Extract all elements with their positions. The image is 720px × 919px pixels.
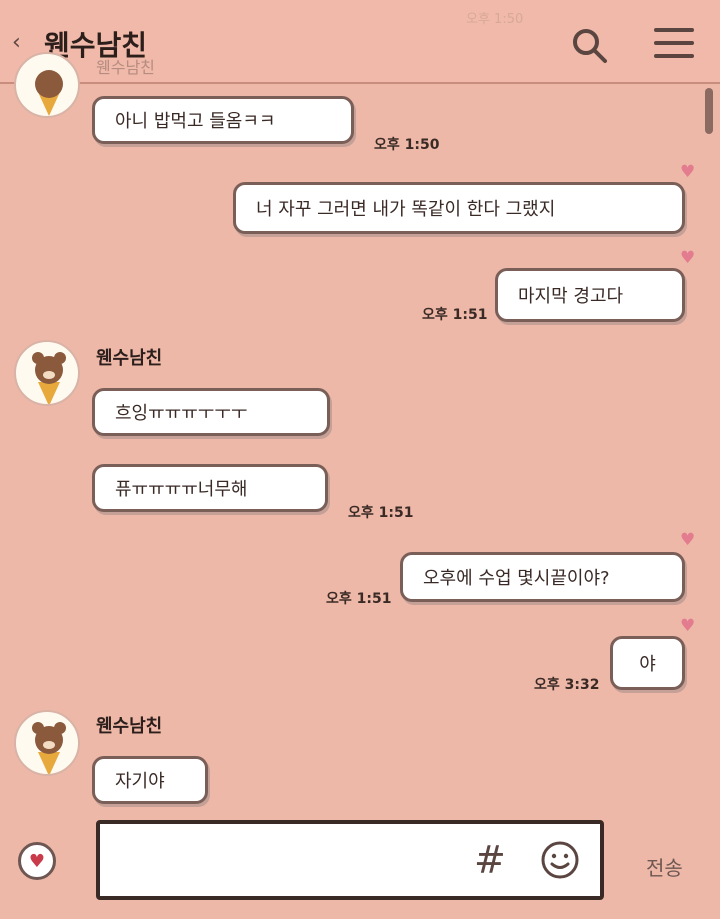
heart-icon: ♥ xyxy=(680,616,696,636)
send-button[interactable]: 전송 xyxy=(646,852,683,881)
message-text: 흐잉ㅠㅠㅠㅜㅜㅜ xyxy=(115,403,248,424)
message-bubble-outgoing[interactable]: 마지막 경고다 xyxy=(495,268,685,322)
message-bubble-outgoing[interactable]: 너 자꾸 그러면 내가 똑같이 한다 그랬지 xyxy=(233,182,685,234)
message-text: 퓨ㅠㅠㅠㅠ너무해 xyxy=(115,479,248,500)
message-time: 오후 1:51 xyxy=(326,591,392,607)
sender-name: 웬수남친 xyxy=(96,716,163,737)
message-text: 너 자꾸 그러면 내가 똑같이 한다 그랬지 xyxy=(256,199,556,220)
scrollbar[interactable] xyxy=(705,88,713,134)
message-time: 오후 1:50 xyxy=(374,137,440,153)
message-input[interactable] xyxy=(96,820,604,900)
faded-previous-sender: 웬수남친 xyxy=(96,58,155,77)
hashtag-button[interactable]: # xyxy=(474,838,506,882)
chevron-left-icon[interactable]: ‹ xyxy=(12,30,21,55)
search-icon[interactable] xyxy=(570,26,608,64)
message-text: 마지막 경고다 xyxy=(518,286,624,307)
message-time: 오후 1:51 xyxy=(348,505,414,521)
heart-icon: ♥ xyxy=(680,248,696,268)
message-text: 야 xyxy=(639,654,656,675)
message-bubble-outgoing[interactable]: 오후에 수업 몇시끝이야? xyxy=(400,552,685,602)
bear-ice-cream-icon xyxy=(32,352,66,404)
bear-ice-cream-icon xyxy=(35,70,63,116)
message-bubble-incoming[interactable]: 퓨ㅠㅠㅠㅠ너무해 xyxy=(92,464,328,512)
avatar[interactable] xyxy=(14,710,80,776)
message-text: 아니 밥먹고 들옴ㅋㅋ xyxy=(115,111,276,132)
message-time: 오후 3:32 xyxy=(534,677,600,693)
avatar[interactable] xyxy=(14,340,80,406)
message-time: 오후 1:51 xyxy=(422,307,488,323)
bear-ice-cream-icon xyxy=(32,722,66,774)
message-bubble-incoming[interactable]: 흐잉ㅠㅠㅠㅜㅜㅜ xyxy=(92,388,330,436)
message-bubble-incoming[interactable]: 자기야 xyxy=(92,756,208,804)
heart-icon: ♥ xyxy=(680,162,696,182)
avatar[interactable] xyxy=(14,52,80,118)
message-text: 오후에 수업 몇시끝이야? xyxy=(423,568,610,589)
message-text: 자기야 xyxy=(115,771,165,792)
sender-name: 웬수남친 xyxy=(96,348,163,369)
faded-previous-time: 오후 1:50 xyxy=(466,12,524,27)
hamburger-menu-icon[interactable] xyxy=(654,28,694,62)
heart-icon[interactable]: ♥ xyxy=(18,842,56,880)
message-bubble-incoming[interactable]: 아니 밥먹고 들옴ㅋㅋ xyxy=(92,96,354,144)
heart-icon: ♥ xyxy=(680,530,696,550)
message-bubble-outgoing[interactable]: 야 xyxy=(610,636,685,690)
smile-icon[interactable] xyxy=(540,840,580,880)
